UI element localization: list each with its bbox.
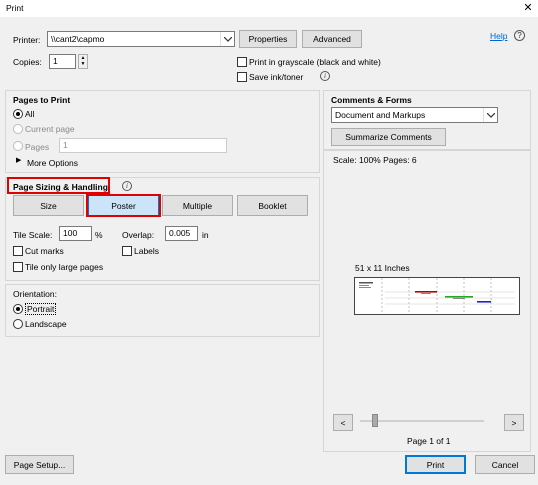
pages-to-print-heading: Pages to Print <box>13 95 71 105</box>
preview-thumbnail <box>354 277 520 315</box>
page-setup-button[interactable]: Page Setup... <box>5 455 74 474</box>
grayscale-label: Print in grayscale (black and white) <box>249 57 381 67</box>
tile-scale-label: Tile Scale: <box>13 230 53 240</box>
preview-page-graphic <box>359 278 515 314</box>
title-bar: Print ✕ <box>0 0 538 17</box>
chevron-down-icon <box>220 32 234 46</box>
preview-size-text: 51 x 11 Inches <box>355 263 410 273</box>
page-indicator: Page 1 of 1 <box>407 436 451 446</box>
all-pages-label: All <box>25 109 35 119</box>
comments-forms-heading: Comments & Forms <box>331 95 412 105</box>
spin-down-icon[interactable]: ▼ <box>79 61 87 67</box>
tab-size[interactable]: Size <box>13 195 84 216</box>
printer-select[interactable]: \\cant2\capmo <box>47 31 235 47</box>
highlight-box-poster <box>86 194 161 217</box>
cancel-button[interactable]: Cancel <box>475 455 535 474</box>
info-icon[interactable]: i <box>122 181 132 191</box>
tab-multiple[interactable]: Multiple <box>162 195 233 216</box>
all-pages-radio[interactable] <box>13 109 23 119</box>
landscape-label: Landscape <box>25 319 67 329</box>
next-page-button[interactable]: > <box>504 414 524 431</box>
highlight-box-heading <box>7 177 110 194</box>
copies-label: Copies: <box>13 57 42 67</box>
overlap-input[interactable]: 0.005 <box>165 226 198 241</box>
summarize-comments-button[interactable]: Summarize Comments <box>331 128 446 146</box>
cut-marks-checkbox[interactable] <box>13 246 23 256</box>
info-icon[interactable]: i <box>320 71 330 81</box>
page-slider-track[interactable] <box>360 420 484 422</box>
comments-forms-value: Document and Markups <box>335 110 426 120</box>
tile-large-checkbox[interactable] <box>13 262 23 272</box>
pages-range-label: Pages <box>25 142 50 152</box>
landscape-radio[interactable] <box>13 319 23 329</box>
tile-scale-input[interactable]: 100 <box>59 226 92 241</box>
percent-label: % <box>95 230 103 240</box>
window-title: Print <box>6 3 24 13</box>
copies-input[interactable]: 1 <box>49 54 76 69</box>
expand-triangle-icon[interactable]: ▶ <box>16 156 21 164</box>
pages-range-radio[interactable] <box>13 141 23 151</box>
cut-marks-label: Cut marks <box>25 246 64 256</box>
current-page-radio[interactable] <box>13 124 23 134</box>
portrait-label: Portrait <box>25 303 57 315</box>
overlap-unit: in <box>202 230 209 240</box>
labels-checkbox[interactable] <box>122 246 132 256</box>
advanced-button[interactable]: Advanced <box>302 30 362 48</box>
help-link[interactable]: Help <box>490 31 507 41</box>
current-page-label: Current page <box>25 124 75 134</box>
copies-stepper[interactable]: ▲ ▼ <box>78 54 88 69</box>
pages-range-input[interactable]: 1 <box>59 138 227 153</box>
printer-value: \\cant2\capmo <box>51 34 105 44</box>
labels-label: Labels <box>134 246 160 256</box>
more-options-link[interactable]: More Options <box>27 158 78 168</box>
chevron-down-icon <box>483 108 497 122</box>
page-slider-thumb[interactable] <box>372 414 378 427</box>
overlap-label: Overlap: <box>122 230 155 240</box>
close-icon[interactable]: ✕ <box>518 0 538 17</box>
help-circle-icon[interactable]: ? <box>514 30 525 41</box>
save-ink-checkbox[interactable] <box>237 72 247 82</box>
grayscale-checkbox[interactable] <box>237 57 247 67</box>
portrait-radio[interactable] <box>13 304 23 314</box>
preview-scale-text: Scale: 100% Pages: 6 <box>333 155 417 165</box>
orientation-heading: Orientation: <box>13 289 57 299</box>
comments-forms-select[interactable]: Document and Markups <box>331 107 498 123</box>
print-button[interactable]: Print <box>405 455 466 474</box>
properties-button[interactable]: Properties <box>239 30 297 48</box>
tab-booklet[interactable]: Booklet <box>237 195 308 216</box>
tile-large-label: Tile only large pages <box>25 262 104 272</box>
previous-page-button[interactable]: < <box>333 414 353 431</box>
save-ink-label: Save ink/toner <box>249 72 304 82</box>
printer-label: Printer: <box>13 35 41 45</box>
